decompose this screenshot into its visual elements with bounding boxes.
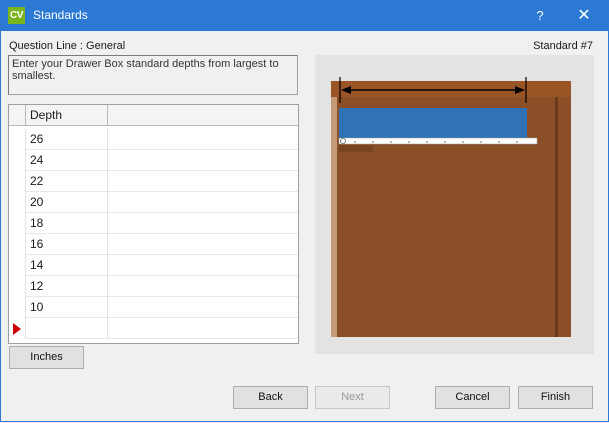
table-row[interactable]: 16: [9, 234, 298, 255]
units-toggle-button[interactable]: Inches: [9, 346, 84, 369]
table-row[interactable]: 14: [9, 255, 298, 276]
drawer-box: [339, 108, 527, 138]
depth-cell[interactable]: 16: [26, 234, 108, 255]
table-row[interactable]: 20: [9, 192, 298, 213]
finish-button[interactable]: Finish: [518, 386, 593, 409]
table-row[interactable]: 18: [9, 213, 298, 234]
question-line-label: Question Line : General: [9, 40, 126, 52]
instruction-text: Enter your Drawer Box standard depths fr…: [8, 55, 298, 95]
drawer-slide-ruler: [338, 137, 538, 145]
empty-cell: [108, 171, 298, 192]
window-title: Standards: [33, 8, 88, 22]
new-entry-row[interactable]: [9, 318, 298, 339]
empty-cell: [108, 255, 298, 276]
cabinet-illustration: [331, 77, 571, 337]
depth-cell[interactable]: 12: [26, 276, 108, 297]
row-selector[interactable]: [9, 150, 26, 171]
row-selector[interactable]: [9, 276, 26, 297]
row-selector[interactable]: [9, 318, 26, 339]
depth-grid[interactable]: Depth 26 24 22 20 18 16 14 12 10: [8, 104, 299, 344]
depth-cell[interactable]: 18: [26, 213, 108, 234]
empty-cell: [108, 234, 298, 255]
table-row[interactable]: 24: [9, 150, 298, 171]
app-logo-icon: CV: [8, 7, 25, 24]
row-selector[interactable]: [9, 129, 26, 150]
table-row[interactable]: 22: [9, 171, 298, 192]
back-button[interactable]: Back: [233, 386, 308, 409]
empty-cell: [108, 213, 298, 234]
table-row[interactable]: 12: [9, 276, 298, 297]
depth-column-header[interactable]: Depth: [26, 105, 108, 126]
row-selector-header: [9, 105, 26, 126]
row-selector[interactable]: [9, 192, 26, 213]
cabinet-top-edge: [331, 81, 571, 97]
slide-end-icon: [340, 138, 346, 144]
empty-cell: [108, 318, 298, 339]
depth-cell[interactable]: 26: [26, 129, 108, 150]
depth-cell[interactable]: 22: [26, 171, 108, 192]
slide-shadow: [339, 145, 373, 152]
cabinet-right-shadow: [555, 97, 558, 337]
next-button[interactable]: Next: [315, 386, 390, 409]
row-selector[interactable]: [9, 171, 26, 192]
empty-cell: [108, 276, 298, 297]
title-bar: CV Standards ? ✕: [0, 0, 609, 31]
row-selector[interactable]: [9, 255, 26, 276]
row-selector[interactable]: [9, 297, 26, 318]
standard-number-label: Standard #7: [533, 40, 593, 52]
empty-cell: [108, 129, 298, 150]
depth-cell[interactable]: 10: [26, 297, 108, 318]
empty-cell: [108, 192, 298, 213]
close-button[interactable]: ✕: [562, 0, 606, 31]
empty-cell: [108, 297, 298, 318]
help-button[interactable]: ?: [518, 0, 562, 31]
row-selector[interactable]: [9, 213, 26, 234]
empty-cell: [108, 150, 298, 171]
drawer-depth-preview: [315, 55, 594, 354]
cancel-button[interactable]: Cancel: [435, 386, 510, 409]
cabinet-left-panel: [331, 97, 337, 337]
depth-cell-new[interactable]: [26, 318, 108, 339]
depth-cell[interactable]: 24: [26, 150, 108, 171]
empty-column-header: [108, 105, 298, 126]
table-row[interactable]: 10: [9, 297, 298, 318]
grid-header-row: Depth: [9, 105, 298, 126]
current-row-arrow-icon: [13, 323, 21, 335]
table-row[interactable]: 26: [9, 129, 298, 150]
row-selector[interactable]: [9, 234, 26, 255]
depth-cell[interactable]: 20: [26, 192, 108, 213]
depth-cell[interactable]: 14: [26, 255, 108, 276]
